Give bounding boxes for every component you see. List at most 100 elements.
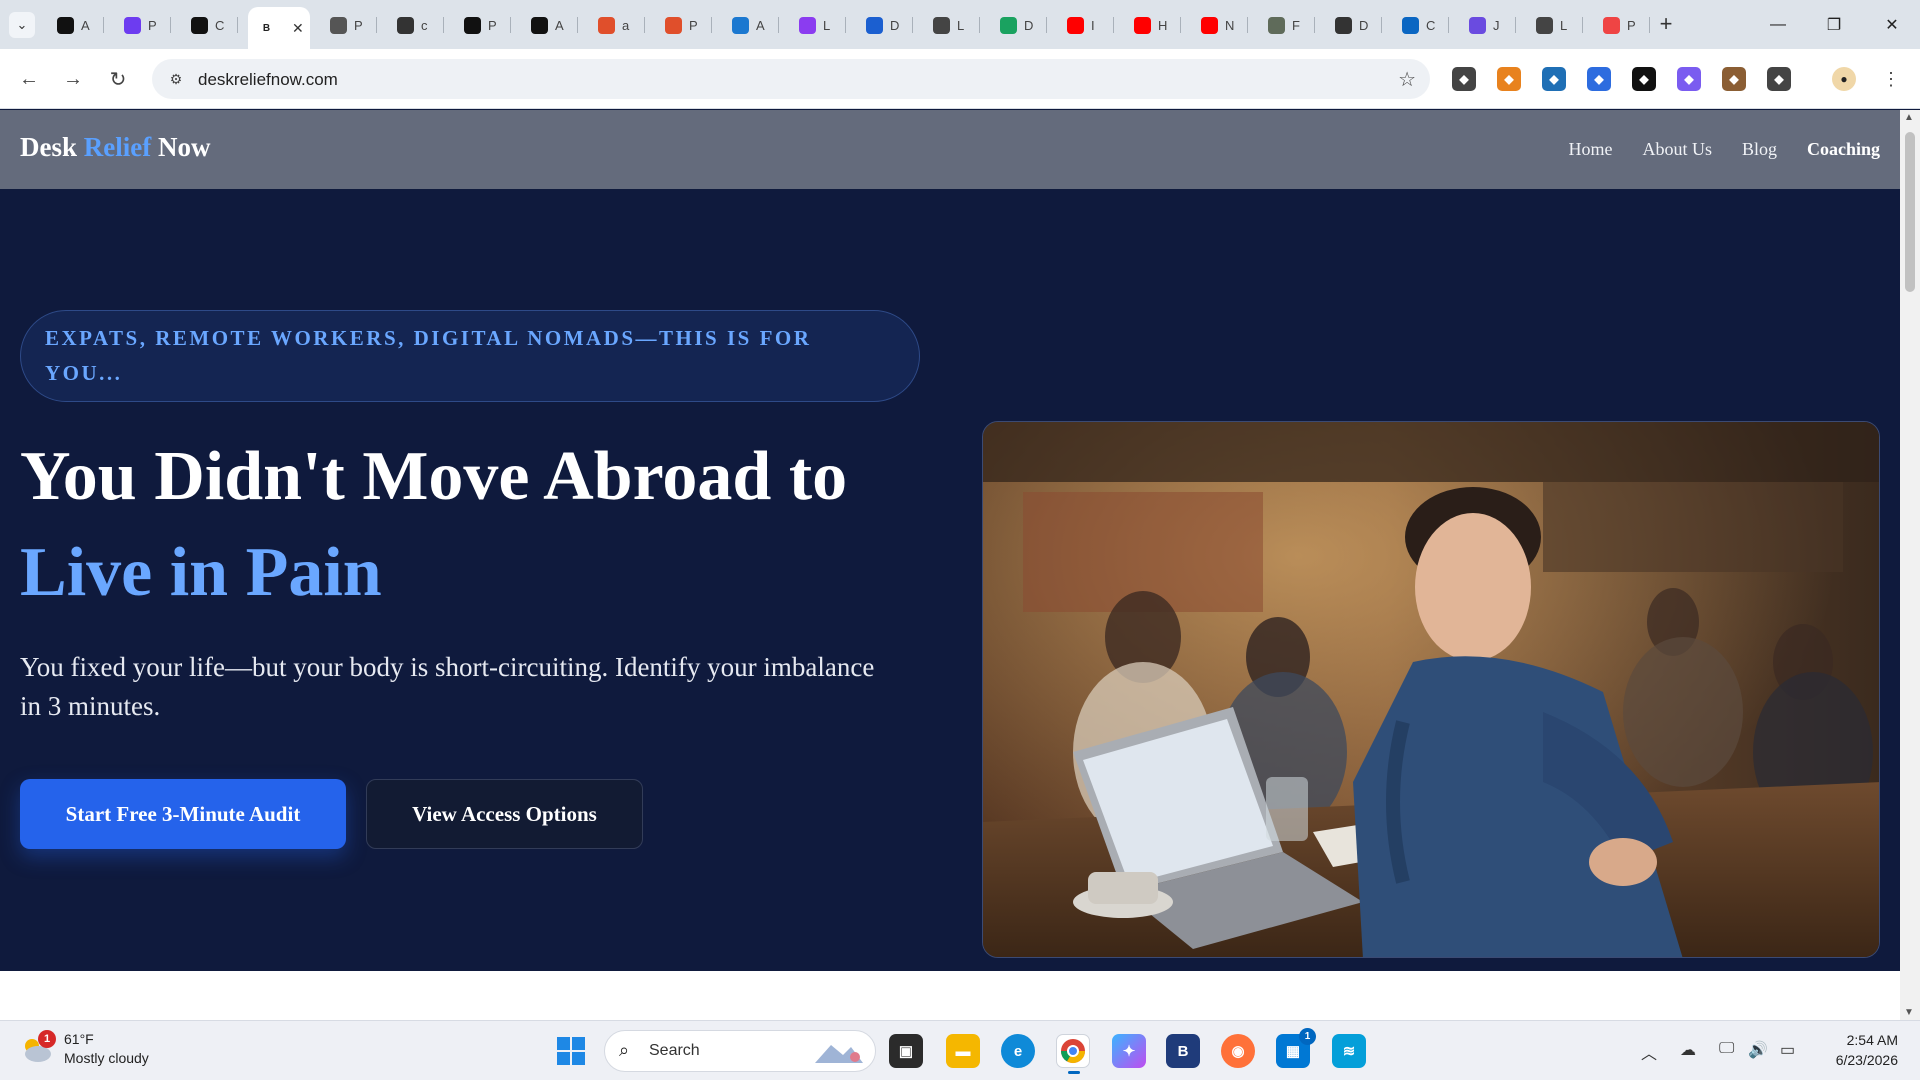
browser-tab[interactable]: a (588, 7, 645, 43)
openai-icon (933, 16, 950, 34)
scroll-thumb[interactable] (1905, 132, 1915, 292)
profile-avatar[interactable]: ● (1832, 67, 1856, 91)
scroll-up-icon[interactable]: ▲ (1904, 112, 1914, 123)
active-app-indicator (1068, 1071, 1080, 1074)
scroll-down-icon[interactable]: ▼ (1904, 1007, 1914, 1018)
browser-menu-button[interactable]: ⋮ (1876, 64, 1906, 94)
browser-tab[interactable]: P (1593, 7, 1650, 43)
edge-button[interactable]: e (1001, 1034, 1035, 1068)
next-section-edge (0, 971, 1900, 1020)
browser-tab[interactable]: D (856, 7, 913, 43)
m-icon[interactable]: ◆ (1677, 67, 1701, 91)
task-view-button[interactable]: ▣ (889, 1034, 923, 1068)
bookmark-star-icon[interactable]: ☆ (1398, 67, 1416, 92)
browser-tab[interactable]: P (114, 7, 171, 43)
browser-tab[interactable]: L (923, 7, 980, 43)
restore-button[interactable]: ❐ (1806, 0, 1862, 49)
system-clock[interactable]: 2:54 AM 6/23/2026 (1836, 1030, 1898, 1070)
nav-blog[interactable]: Blog (1742, 139, 1777, 160)
file-explorer-button[interactable]: ▬ (946, 1034, 980, 1068)
network-icon[interactable]: 🖵 (1719, 1040, 1734, 1058)
tray-overflow-icon[interactable]: ︿ (1641, 1040, 1657, 1064)
edge-icon: e (1013, 1042, 1023, 1060)
browser-tab[interactable]: c (387, 7, 444, 43)
nav-home[interactable]: Home (1568, 139, 1612, 160)
firefox-button[interactable]: ◉ (1221, 1034, 1255, 1068)
reload-button[interactable]: ↻ (103, 64, 133, 94)
chrome-button[interactable] (1056, 1034, 1090, 1074)
tab-separator (170, 17, 171, 33)
code-icon (191, 16, 208, 34)
new-tab-button[interactable]: + (1652, 10, 1680, 38)
browser-tab[interactable]: P (655, 7, 712, 43)
site-logo[interactable]: Desk Relief Now (20, 132, 210, 163)
taskbar-search-box[interactable]: ⌕ Search (604, 1030, 876, 1072)
tab-strip: ⌄ A P C B ✕ Pc P Aa P A L D L D I H N F D C J L P + — ❐ ✕ (0, 0, 1920, 49)
browser-tab[interactable]: J (1459, 7, 1516, 43)
forward-button[interactable]: → (58, 64, 88, 94)
shield-icon[interactable]: ◆ (1452, 67, 1476, 91)
browser-tab[interactable]: L (1526, 7, 1583, 43)
cisco-button[interactable]: ≋ (1332, 1034, 1366, 1068)
tab-separator (1113, 17, 1114, 33)
nav-coaching[interactable]: Coaching (1807, 139, 1880, 160)
restore-icon: ❐ (1826, 16, 1842, 34)
copilot-button[interactable]: ✦ (1112, 1034, 1146, 1068)
tab-close-icon[interactable]: ✕ (292, 20, 304, 37)
browser-tab[interactable]: C (1392, 7, 1449, 43)
weather-widget[interactable]: 1 61°F Mostly cloudy (20, 1030, 149, 1068)
browser-toolbar: ← → ↻ ⚙ deskreliefnow.com ☆ ◆ ◆ ◆ ◆ ◆ ◆ ◆ ◆ ● ⋮ (0, 49, 1920, 109)
minimize-icon: — (1770, 15, 1786, 33)
tab-title: I (1091, 17, 1095, 33)
browser-tab[interactable]: I (1057, 7, 1114, 43)
nav-about-us[interactable]: About Us (1642, 139, 1712, 160)
address-bar[interactable]: ⚙ deskreliefnow.com ☆ (152, 59, 1430, 99)
start-audit-button[interactable]: Start Free 3-Minute Audit (20, 779, 346, 849)
browser-tab[interactable]: B ✕ (248, 7, 310, 49)
browser-tab[interactable]: F (1258, 7, 1315, 43)
browser-tab[interactable]: A (722, 7, 779, 43)
view-access-options-button[interactable]: View Access Options (366, 779, 643, 849)
minimize-button[interactable]: — (1750, 0, 1806, 49)
browser-tab[interactable]: A (47, 7, 104, 43)
site-info-icon[interactable]: ⚙ (166, 69, 186, 89)
back-button[interactable]: ← (14, 64, 44, 94)
tab-search-button[interactable]: ⌄ (9, 12, 35, 38)
tab-title: L (823, 17, 831, 33)
task-view-icon: ▣ (898, 1043, 914, 1060)
browser-tab[interactable]: L (789, 7, 846, 43)
url-text[interactable]: deskreliefnow.com (198, 70, 338, 90)
close-window-button[interactable]: ✕ (1864, 0, 1920, 49)
puzzle-icon[interactable]: ◆ (1767, 67, 1791, 91)
browser-tab[interactable]: D (990, 7, 1047, 43)
tab-separator (1247, 17, 1248, 33)
hero-subtext: You fixed your life—but your body is sho… (20, 652, 875, 721)
browser-tab[interactable]: H (1124, 7, 1181, 43)
store-button[interactable]: ▦ 1 (1276, 1028, 1316, 1068)
puzzle-blue-icon[interactable]: ◆ (1587, 67, 1611, 91)
cafe-back-pain-photo (983, 422, 1879, 957)
browser-tab[interactable]: D (1325, 7, 1382, 43)
browser-tab[interactable]: N (1191, 7, 1248, 43)
browser-tab[interactable]: P (320, 7, 377, 43)
check-icon[interactable]: ◆ (1632, 67, 1656, 91)
browser-tab[interactable]: A (521, 7, 578, 43)
tab-title: P (488, 17, 497, 33)
volume-icon[interactable]: 🔊 (1748, 1040, 1768, 1060)
drive-icon (1000, 16, 1017, 34)
tab-title: A (81, 17, 90, 33)
browser-tab[interactable]: C (181, 7, 238, 43)
browser-tab[interactable]: P (454, 7, 511, 43)
tab-separator (912, 17, 913, 33)
owl-icon[interactable]: ◆ (1722, 67, 1746, 91)
tab-separator (103, 17, 104, 33)
fox-icon[interactable]: ◆ (1497, 67, 1521, 91)
battery-icon[interactable]: ▭ (1780, 1040, 1795, 1060)
onedrive-cloud-icon[interactable]: ☁ (1680, 1040, 1696, 1060)
tab-title: a (622, 17, 630, 33)
b-app-button[interactable]: B (1166, 1034, 1200, 1068)
start-button[interactable] (554, 1034, 588, 1068)
bird-icon[interactable]: ◆ (1542, 67, 1566, 91)
logo-word-desk: Desk (20, 132, 78, 162)
page-scrollbar[interactable]: ▲ ▼ (1900, 110, 1920, 1020)
